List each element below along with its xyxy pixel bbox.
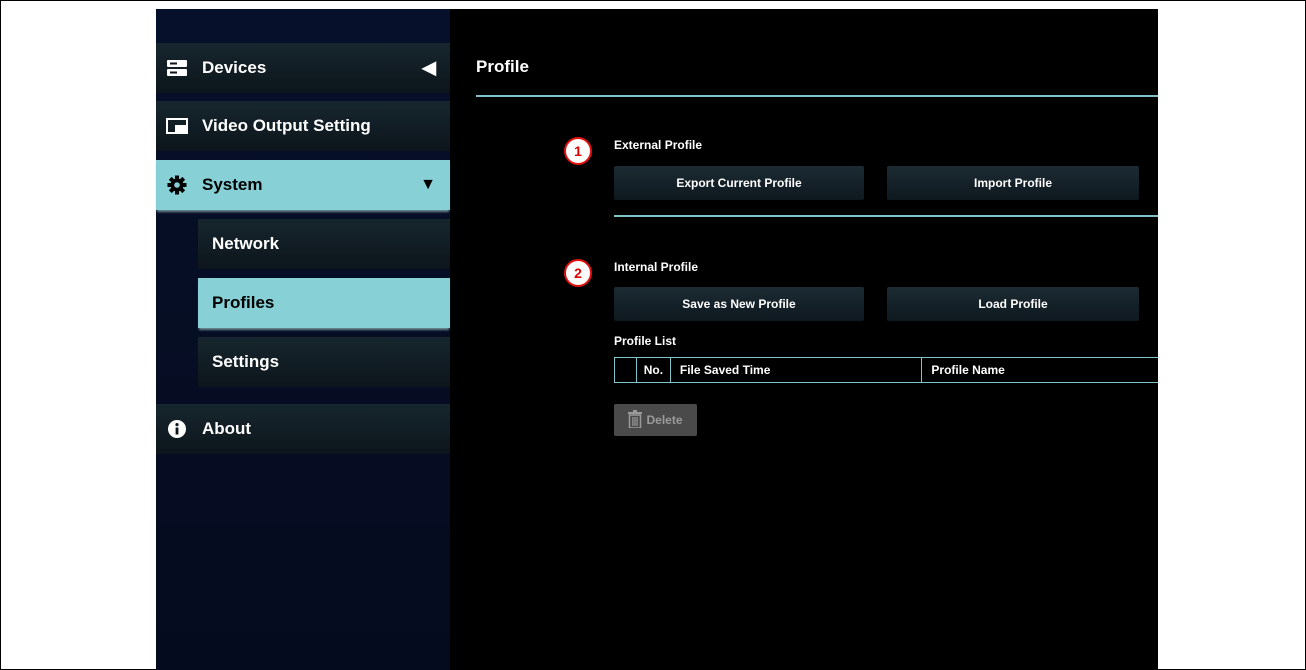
sidebar-item-profiles[interactable]: Profiles bbox=[198, 278, 450, 328]
internal-profile-label: Internal Profile bbox=[614, 260, 699, 274]
expand-arrow-icon: ▼ bbox=[420, 176, 436, 193]
main-panel: Profile 1 External Profile Export Curren… bbox=[450, 9, 1158, 670]
server-icon bbox=[166, 58, 188, 78]
column-header-profile-name[interactable]: Profile Name bbox=[922, 358, 1158, 382]
sidebar-item-label: System bbox=[202, 175, 263, 194]
sidebar-item-label: About bbox=[202, 419, 252, 438]
sidebar: Devices ◀ Video Output Setting System ▼ … bbox=[156, 9, 450, 670]
sidebar-item-label: Network bbox=[212, 234, 280, 253]
annotation-badge-2: 2 bbox=[564, 259, 592, 287]
annotation-badge-1: 1 bbox=[564, 137, 592, 165]
gear-icon bbox=[166, 175, 188, 195]
profile-list-table-header: No. File Saved Time Profile Name bbox=[614, 357, 1158, 383]
sidebar-item-label: Video Output Setting bbox=[202, 116, 371, 135]
profile-list-label: Profile List bbox=[614, 334, 677, 348]
sidebar-item-about[interactable]: About bbox=[156, 404, 450, 454]
sidebar-item-settings[interactable]: Settings bbox=[198, 337, 450, 387]
sidebar-item-label: Devices bbox=[202, 58, 267, 77]
column-header-no[interactable]: No. bbox=[637, 358, 671, 382]
delete-label: Delete bbox=[646, 413, 683, 427]
export-current-profile-button[interactable]: Export Current Profile bbox=[614, 166, 864, 200]
page-title: Profile bbox=[476, 57, 529, 76]
trash-icon bbox=[628, 409, 643, 431]
video-output-icon bbox=[166, 116, 188, 136]
sidebar-item-network[interactable]: Network bbox=[198, 219, 450, 269]
sidebar-item-label: Profiles bbox=[212, 293, 275, 312]
delete-button[interactable]: Delete bbox=[614, 404, 697, 436]
sidebar-item-video-output-setting[interactable]: Video Output Setting bbox=[156, 101, 450, 151]
title-divider bbox=[476, 95, 1158, 97]
external-profile-label: External Profile bbox=[614, 138, 703, 152]
sidebar-item-system[interactable]: System ▼ bbox=[156, 160, 450, 210]
column-header-select bbox=[615, 358, 637, 382]
section-divider bbox=[614, 215, 1158, 217]
collapse-arrow-icon: ◀ bbox=[422, 57, 436, 78]
save-as-new-profile-button[interactable]: Save as New Profile bbox=[614, 287, 864, 321]
import-profile-button[interactable]: Import Profile bbox=[887, 166, 1139, 200]
load-profile-button[interactable]: Load Profile bbox=[887, 287, 1139, 321]
sidebar-item-devices[interactable]: Devices ◀ bbox=[156, 43, 450, 93]
info-icon bbox=[166, 419, 188, 439]
app-window: Devices ◀ Video Output Setting System ▼ … bbox=[156, 9, 1158, 670]
sidebar-item-label: Settings bbox=[212, 352, 280, 371]
column-header-file-saved-time[interactable]: File Saved Time bbox=[671, 358, 923, 382]
